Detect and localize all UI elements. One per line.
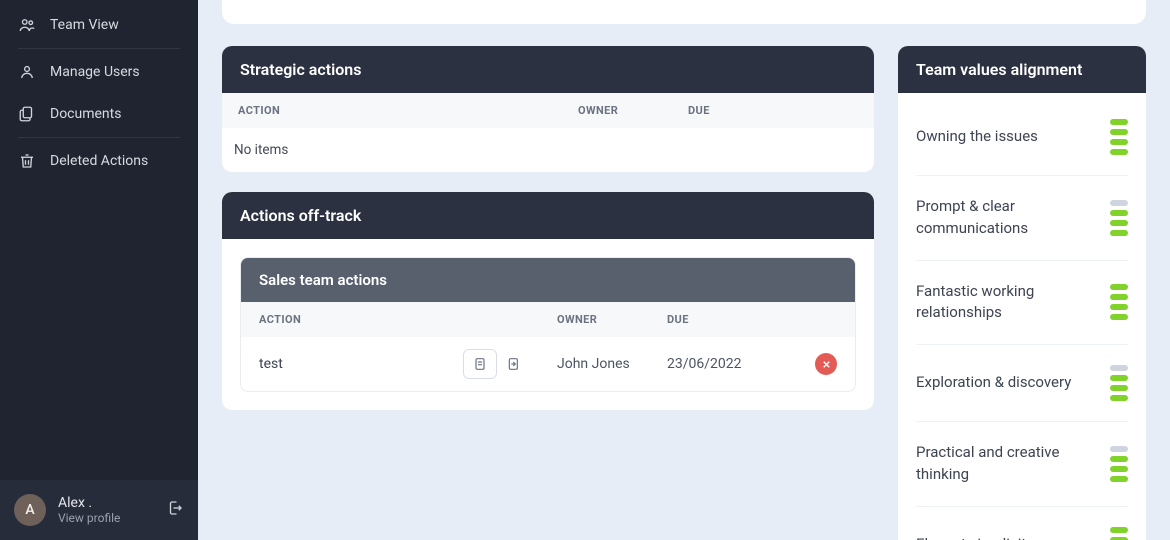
documents-icon — [18, 105, 36, 123]
owner-cell: John Jones — [557, 356, 667, 372]
logout-icon[interactable] — [166, 499, 184, 521]
value-bars — [1110, 527, 1128, 540]
col-owner: OWNER — [578, 104, 688, 117]
sidebar-item-manage-users[interactable]: Manage Users — [10, 51, 188, 93]
sidebar-item-label: Documents — [50, 106, 121, 122]
note-icon-button[interactable] — [463, 349, 497, 379]
value-bars — [1110, 446, 1128, 482]
actions-off-track-panel: Actions off-track Sales team actions ACT… — [222, 192, 874, 410]
col-owner: OWNER — [557, 313, 667, 326]
sidebar-footer: A Alex . View profile — [0, 480, 198, 540]
value-item[interactable]: Exploration & discovery — [916, 345, 1128, 422]
panel-title: Strategic actions — [222, 46, 874, 93]
sidebar-item-documents[interactable]: Documents — [10, 93, 188, 135]
avatar[interactable]: A — [14, 494, 46, 526]
value-label: Fantastic working relationships — [916, 281, 1098, 325]
sub-panel-title: Sales team actions — [241, 258, 855, 302]
value-bars — [1110, 200, 1128, 236]
due-cell: 23/06/2022 — [667, 356, 777, 372]
col-due: DUE — [667, 313, 777, 326]
table-row[interactable]: test John Jones 23/06 — [241, 337, 855, 391]
move-icon-button[interactable] — [497, 349, 531, 379]
value-bars — [1110, 284, 1128, 320]
col-action: ACTION — [259, 313, 497, 326]
trash-icon — [18, 152, 36, 170]
user-icon — [18, 63, 36, 81]
user-name: Alex . — [58, 495, 154, 512]
sidebar-nav: Team View Manage Users Documents — [0, 0, 198, 182]
value-bars — [1110, 119, 1128, 155]
users-group-icon — [18, 16, 36, 34]
value-item[interactable]: Owning the issues — [916, 99, 1128, 176]
main-content: Strategic actions ACTION OWNER DUE No it… — [198, 0, 1170, 540]
value-label: Owning the issues — [916, 126, 1038, 148]
view-profile-link: View profile — [58, 511, 154, 525]
panel-title: Actions off-track — [222, 192, 874, 239]
value-label: Prompt & clear communications — [916, 196, 1098, 240]
divider — [18, 137, 180, 138]
team-values-panel: Team values alignment Owning the issues P… — [898, 46, 1146, 540]
value-label: Elegant simplicity — [916, 534, 1033, 540]
value-item[interactable]: Elegant simplicity — [916, 507, 1128, 540]
panel-title: Team values alignment — [898, 46, 1146, 93]
empty-state: No items — [222, 128, 874, 172]
sidebar: Team View Manage Users Documents — [0, 0, 198, 540]
table-header: ACTION OWNER DUE — [241, 302, 855, 337]
table-header: ACTION OWNER DUE — [222, 93, 874, 128]
value-label: Exploration & discovery — [916, 372, 1071, 394]
user-meta[interactable]: Alex . View profile — [58, 495, 154, 526]
value-item[interactable]: Prompt & clear communications — [916, 176, 1128, 261]
sidebar-item-deleted-actions[interactable]: Deleted Actions — [10, 140, 188, 182]
sidebar-item-label: Manage Users — [50, 64, 140, 80]
action-text: test — [259, 356, 453, 372]
sidebar-item-team-view[interactable]: Team View — [10, 4, 188, 46]
col-due: DUE — [688, 104, 798, 117]
sidebar-item-label: Team View — [50, 17, 119, 33]
value-item[interactable]: Fantastic working relationships — [916, 261, 1128, 346]
sales-team-actions-panel: Sales team actions ACTION OWNER DUE test — [240, 257, 856, 392]
sidebar-item-label: Deleted Actions — [50, 153, 148, 169]
divider — [18, 48, 180, 49]
value-label: Practical and creative thinking — [916, 442, 1098, 486]
value-item[interactable]: Practical and creative thinking — [916, 422, 1128, 507]
strategic-actions-panel: Strategic actions ACTION OWNER DUE No it… — [222, 46, 874, 172]
remove-action-button[interactable] — [815, 353, 837, 375]
summary-card — [222, 0, 1146, 24]
value-bars — [1110, 365, 1128, 401]
col-action: ACTION — [238, 104, 578, 117]
